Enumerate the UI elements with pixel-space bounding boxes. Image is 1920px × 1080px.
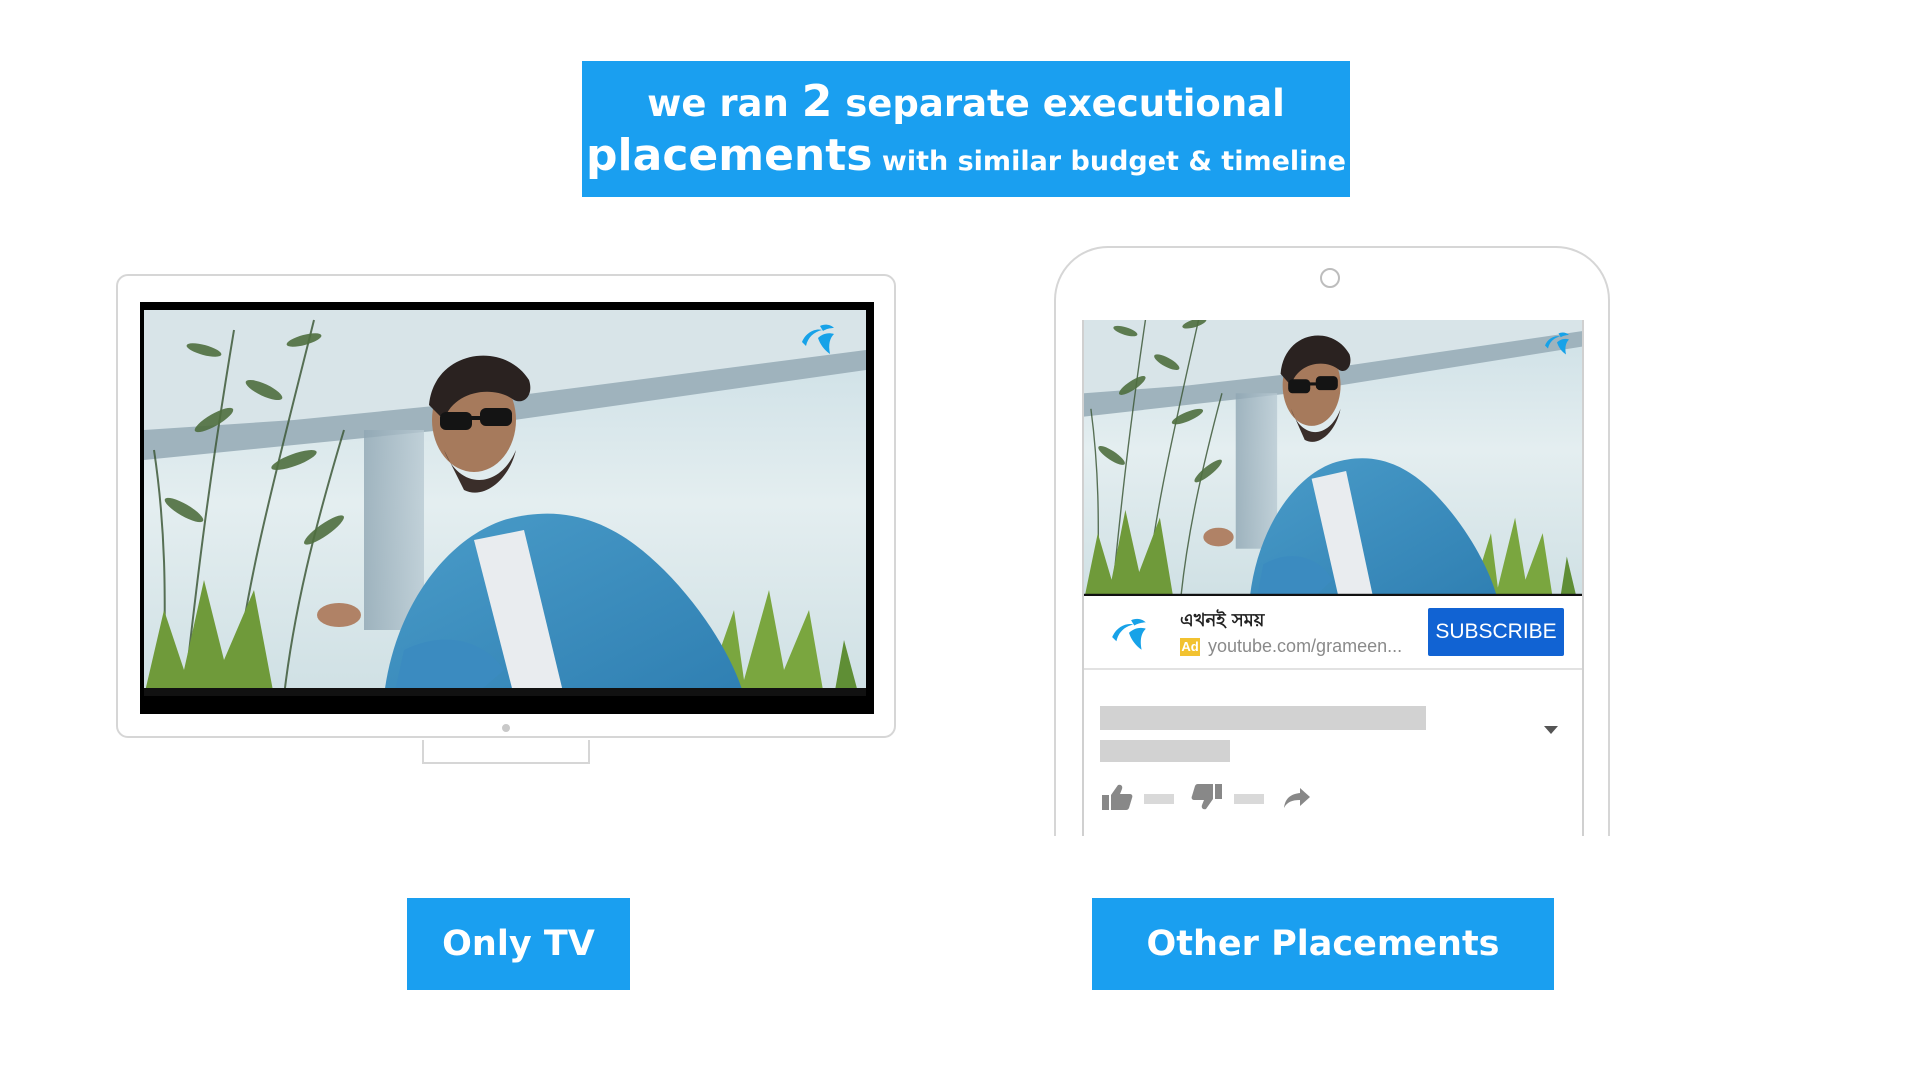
- headline-subtext: with similar budget & timeline: [872, 146, 1346, 177]
- telenor-logo-icon: [1112, 618, 1146, 650]
- subscribe-button[interactable]: SUBSCRIBE: [1428, 608, 1564, 656]
- tv-video-still: [144, 310, 866, 696]
- tv-power-dot: [502, 724, 510, 732]
- phone-device: এখনই সময় Ad youtube.com/grameen... SUBS…: [1054, 246, 1610, 836]
- headline-placements: placements: [586, 130, 873, 181]
- ad-badge: Ad: [1180, 638, 1200, 656]
- chevron-down-icon[interactable]: [1544, 726, 1558, 734]
- share-icon[interactable]: [1282, 786, 1312, 810]
- tv-device: [116, 274, 896, 738]
- headline-text-b: separate executional: [832, 82, 1285, 126]
- dislike-count-placeholder: [1234, 794, 1264, 804]
- video-title-placeholder: [1100, 706, 1426, 730]
- headline-text-a: we ran: [647, 82, 802, 126]
- tv-stand: [422, 740, 590, 764]
- headline-line-2: placements with similar budget & timelin…: [586, 129, 1346, 183]
- tv-screen: [140, 302, 874, 714]
- thumbs-down-icon[interactable]: [1190, 782, 1224, 812]
- phone-screen: এখনই সময় Ad youtube.com/grameen... SUBS…: [1082, 320, 1584, 836]
- headline-number: 2: [801, 76, 833, 128]
- other-placements-label: Other Placements: [1092, 898, 1554, 990]
- ad-url-link[interactable]: youtube.com/grameen...: [1208, 636, 1402, 657]
- headline-line-1: we ran 2 separate executional: [647, 75, 1285, 129]
- only-tv-label: Only TV: [407, 898, 630, 990]
- headline-banner: we ran 2 separate executional placements…: [582, 61, 1350, 197]
- video-meta-placeholder: [1100, 740, 1230, 762]
- thumbs-up-icon[interactable]: [1100, 782, 1134, 812]
- like-count-placeholder: [1144, 794, 1174, 804]
- phone-camera: [1320, 268, 1340, 288]
- youtube-ad-bar: এখনই সময় Ad youtube.com/grameen... SUBS…: [1084, 596, 1582, 670]
- phone-video-still: [1084, 320, 1582, 596]
- ad-title: এখনই সময়: [1180, 610, 1265, 631]
- phone-video-player[interactable]: [1084, 320, 1582, 596]
